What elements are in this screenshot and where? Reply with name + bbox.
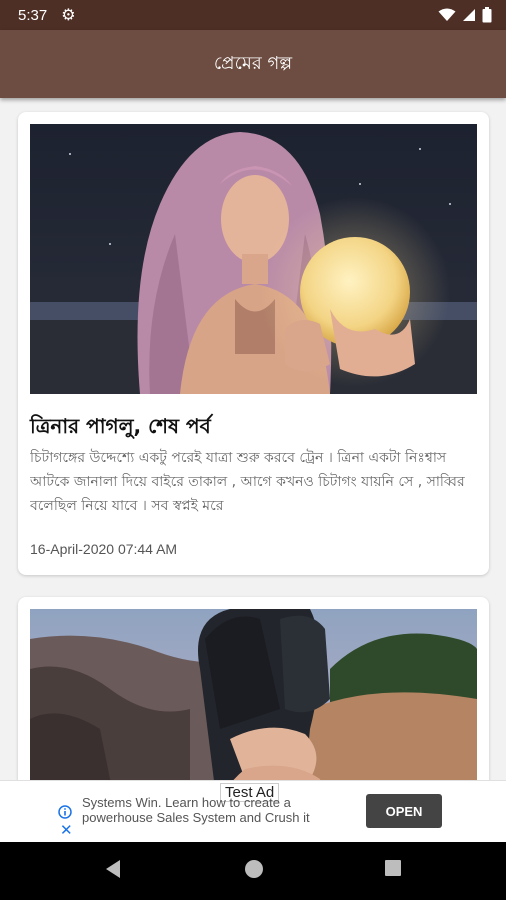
status-bar: 5:37 ⚙ — [0, 0, 506, 30]
home-icon[interactable] — [244, 859, 264, 879]
post-image[interactable] — [30, 609, 477, 780]
settings-icon: ⚙ — [61, 5, 76, 24]
wifi-icon — [438, 8, 456, 21]
ad-close-icon[interactable]: ✕ — [60, 823, 73, 838]
recents-icon[interactable] — [384, 859, 402, 877]
back-icon[interactable] — [104, 859, 122, 879]
ad-info-icon[interactable] — [58, 805, 72, 819]
post-title[interactable]: ত্রিনার পাগলু, শেষ পর্ব — [30, 412, 477, 445]
battery-icon — [482, 7, 492, 23]
post-image[interactable] — [30, 124, 477, 394]
navigation-bar — [0, 842, 506, 900]
ad-banner[interactable]: Test Ad ✕ Systems Win. Learn how to crea… — [0, 780, 506, 843]
status-time: 5:37 — [18, 6, 48, 24]
post-excerpt: চিটাগঙ্গের উদ্দেশ্যে একটু পরেই যাত্রা শু… — [30, 450, 465, 514]
woman-holding-moon-lamp-image — [30, 124, 477, 394]
app-title: প্রেমের গল্প — [213, 52, 293, 74]
signal-icon — [463, 9, 475, 21]
app-bar: প্রেমের গল্প — [0, 30, 506, 98]
holding-hands-by-the-sea-image — [30, 609, 477, 780]
post-date: 16-April-2020 07:44 AM — [30, 541, 178, 557]
ad-text[interactable]: Systems Win. Learn how to create a power… — [82, 795, 352, 825]
ad-open-button[interactable]: OPEN — [366, 794, 442, 828]
post-card[interactable] — [18, 597, 489, 780]
post-card[interactable]: ত্রিনার পাগলু, শেষ পর্ব চিটাগঙ্গের উদ্দে… — [18, 112, 489, 575]
post-list[interactable]: ত্রিনার পাগলু, শেষ পর্ব চিটাগঙ্গের উদ্দে… — [0, 98, 506, 780]
